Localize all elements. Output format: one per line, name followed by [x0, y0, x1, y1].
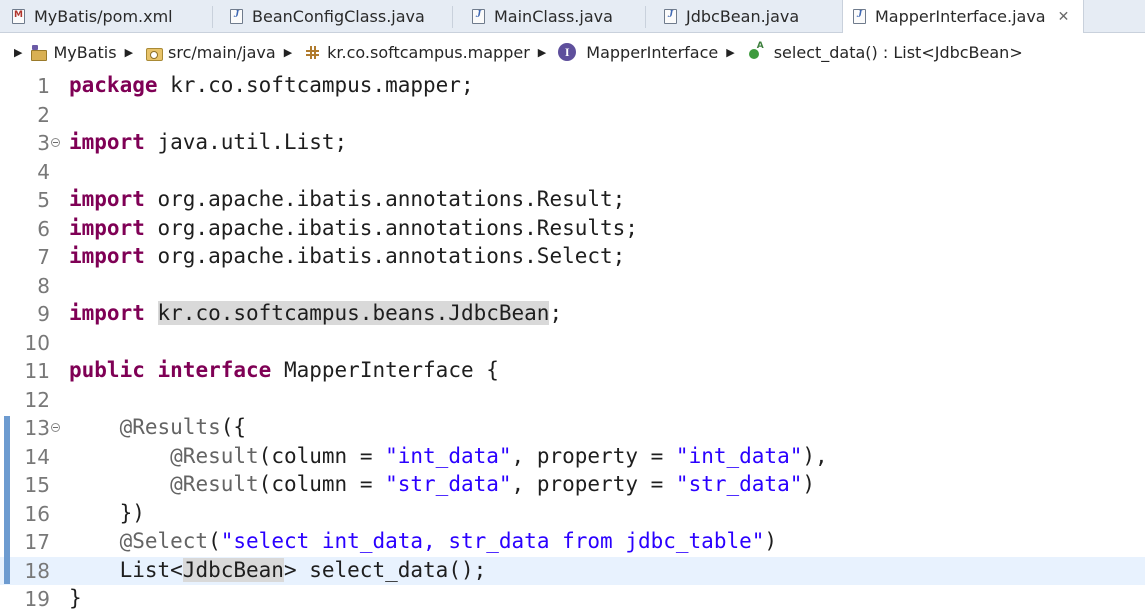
breadcrumb-type-label: MapperInterface: [586, 42, 719, 62]
code-line[interactable]: 6 import org.apache.ibatis.annotations.Re…: [0, 215, 1145, 244]
fold-collapse-icon[interactable]: [51, 138, 60, 147]
tab-mapperinterface-java[interactable]: J MapperInterface.java ✕: [842, 0, 1085, 33]
code-line[interactable]: 12: [0, 386, 1145, 415]
breadcrumb-package[interactable]: kr.co.softcampus.mapper: [304, 43, 530, 62]
line-number: 11: [24, 359, 50, 383]
line-number: 7: [37, 245, 50, 269]
code-line[interactable]: 3 import java.util.List;: [0, 129, 1145, 158]
code-text: import kr.co.softcampus.beans.JdbcBean;: [69, 301, 563, 325]
tab-jdbcbean-java[interactable]: J JdbcBean.java: [664, 0, 799, 32]
code-line[interactable]: 14 @Result(column = "int_data", property…: [0, 443, 1145, 472]
code-line[interactable]: 11 public interface MapperInterface {: [0, 357, 1145, 386]
breadcrumb-project[interactable]: MyBatis: [30, 42, 117, 62]
code-line[interactable]: 1 package kr.co.softcampus.mapper;: [0, 72, 1145, 101]
code-text: import java.util.List;: [69, 130, 348, 154]
code-line[interactable]: 5 import org.apache.ibatis.annotations.Re…: [0, 186, 1145, 215]
tab-label: BeanConfigClass.java: [252, 6, 425, 26]
breadcrumb: ▶ MyBatis ▶ src/main/java ▶ kr.co.softca…: [0, 33, 1145, 71]
breadcrumb-project-label: MyBatis: [53, 42, 117, 62]
java-file-icon: J: [853, 8, 866, 24]
code-editor[interactable]: 1 package kr.co.softcampus.mapper; 2 3 impor…: [0, 71, 1145, 615]
tab-mainclass-java[interactable]: J MainClass.java: [472, 0, 613, 32]
code-text: import org.apache.ibatis.annotations.Res…: [69, 215, 638, 240]
line-number: 6: [37, 216, 50, 241]
code-text: public interface MapperInterface {: [69, 358, 499, 382]
breadcrumb-method[interactable]: select_data() : List<JdbcBean>: [747, 41, 1023, 62]
close-icon[interactable]: ✕: [1058, 9, 1070, 25]
line-number: 19: [24, 587, 50, 611]
change-marker-bar: [4, 416, 10, 584]
code-line[interactable]: 13 @Results({: [0, 414, 1145, 443]
code-line[interactable]: 16 }): [0, 500, 1145, 529]
code-line[interactable]: 2: [0, 101, 1145, 130]
code-line[interactable]: 17 @Select("select int_data, str_data fr…: [0, 528, 1145, 557]
code-text: import org.apache.ibatis.annotations.Sel…: [69, 244, 626, 268]
line-number: 4: [37, 159, 50, 184]
breadcrumb-source-folder[interactable]: src/main/java: [145, 43, 276, 62]
line-number: 5: [37, 188, 50, 212]
line-number: 10: [24, 330, 50, 355]
code-line[interactable]: 15 @Result(column = "str_data", property…: [0, 471, 1145, 500]
maven-pom-file-icon: M: [12, 8, 25, 24]
editor-tab-bar: M MyBatis/pom.xml J BeanConfigClass.java…: [0, 0, 1145, 33]
package-icon: [304, 44, 321, 61]
tab-beanconfigclass-java[interactable]: J BeanConfigClass.java: [230, 0, 425, 32]
chevron-right-icon[interactable]: ▶: [125, 46, 133, 59]
code-text: }: [69, 586, 82, 610]
line-number: 3: [37, 131, 50, 155]
source-folder-icon: [145, 44, 164, 61]
code-line[interactable]: 10: [0, 329, 1145, 358]
line-number: 12: [24, 387, 50, 412]
tab-label: MainClass.java: [494, 6, 613, 26]
fold-collapse-icon[interactable]: [51, 423, 60, 432]
java-file-icon: J: [230, 8, 243, 24]
code-line[interactable]: 19}: [0, 585, 1145, 614]
breadcrumb-method-label: select_data() : List<JdbcBean>: [773, 42, 1023, 62]
project-icon: [30, 44, 48, 61]
tab-pom-xml[interactable]: M MyBatis/pom.xml: [12, 0, 173, 32]
tab-label: MapperInterface.java: [875, 7, 1046, 26]
code-line[interactable]: 18 List<JdbcBean> select_data();: [0, 556, 1145, 585]
code-line[interactable]: 9 import kr.co.softcampus.beans.JdbcBean;: [0, 300, 1145, 329]
line-number: 1: [37, 74, 50, 98]
abstract-method-icon: [747, 41, 764, 61]
tab-label: MyBatis/pom.xml: [34, 6, 173, 26]
code-text: }): [69, 500, 145, 525]
breadcrumb-type[interactable]: I MapperInterface: [558, 43, 718, 62]
code-text: @Results({: [119, 415, 247, 439]
code-text: List<JdbcBean> select_data();: [69, 557, 487, 582]
line-number: 2: [37, 102, 50, 127]
chevron-right-icon[interactable]: ▶: [726, 46, 734, 59]
chevron-right-icon[interactable]: ▶: [538, 46, 546, 59]
chevron-right-icon[interactable]: ▶: [284, 46, 292, 59]
java-file-icon: J: [472, 8, 485, 24]
code-text: @Result(column = "str_data", property = …: [170, 472, 816, 496]
tab-label: JdbcBean.java: [686, 6, 800, 26]
breadcrumb-source-folder-label: src/main/java: [168, 42, 276, 62]
chevron-right-icon[interactable]: ▶: [14, 46, 22, 59]
java-file-icon: J: [664, 8, 677, 24]
line-number: 9: [37, 302, 50, 326]
code-text: @Result(column = "int_data", property = …: [170, 443, 828, 468]
interface-icon: I: [558, 43, 577, 61]
breadcrumb-package-label: kr.co.softcampus.mapper: [327, 42, 530, 62]
code-text: package kr.co.softcampus.mapper;: [69, 73, 474, 97]
code-line[interactable]: 4: [0, 158, 1145, 187]
line-number: 8: [37, 273, 50, 298]
code-line[interactable]: 7 import org.apache.ibatis.annotations.Se…: [0, 243, 1145, 272]
code-text: import org.apache.ibatis.annotations.Res…: [69, 187, 626, 211]
code-text: @Select("select int_data, str_data from …: [119, 529, 778, 553]
code-line[interactable]: 8: [0, 272, 1145, 301]
